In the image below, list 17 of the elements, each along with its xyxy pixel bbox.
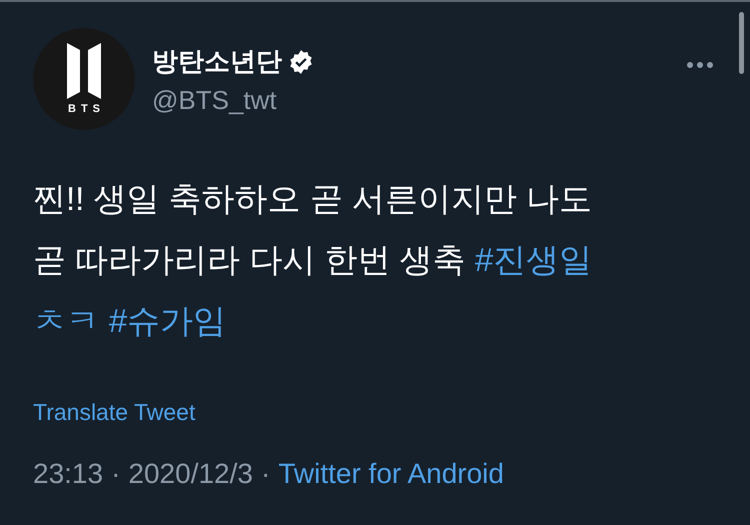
logo-text: BTS	[68, 103, 105, 115]
translate-link[interactable]: Translate Tweet	[33, 399, 196, 426]
hashtag-link[interactable]: #슈가임	[108, 302, 226, 339]
scrollbar[interactable]	[739, 12, 744, 74]
avatar[interactable]: BTS	[33, 28, 135, 130]
logo-icon	[67, 43, 101, 99]
display-name[interactable]: 방탄소년단	[152, 44, 282, 79]
more-icon[interactable]	[686, 61, 714, 69]
source-link[interactable]: Twitter for Android	[278, 458, 504, 490]
tweet-date: 2020/12/3	[128, 458, 253, 490]
hashtag-link[interactable]: #진생일	[474, 241, 592, 278]
separator: ·	[111, 458, 120, 490]
separator: ·	[260, 458, 270, 490]
tweet-text: 찐!! 생일 축하하오 곧 서른이지만 나도 곧 따라가리라 다시 한번 생축 #진생일 ㅊㅋ #슈가임	[33, 179, 592, 341]
hashtag-link[interactable]: ㅊㅋ	[33, 302, 99, 339]
user-handle[interactable]: @BTS_twt	[152, 85, 314, 116]
tweet-time: 23:13	[33, 458, 104, 490]
